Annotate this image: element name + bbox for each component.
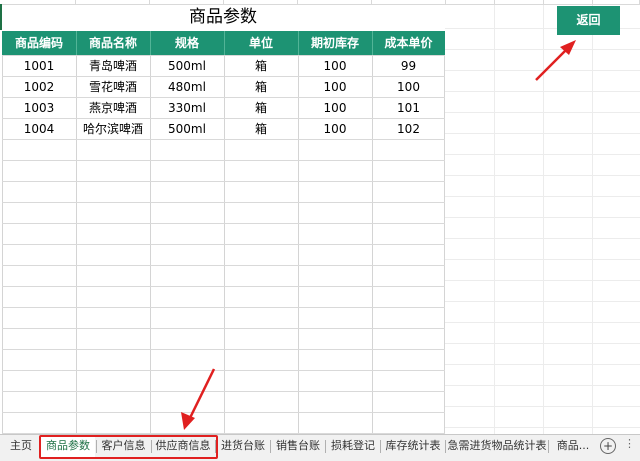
- grid-row-line: [2, 223, 445, 224]
- grid-row-line: [445, 196, 640, 197]
- tab-home[interactable]: 主页: [4, 435, 38, 457]
- grid-row-line: [445, 280, 640, 281]
- cell-name[interactable]: 哈尔滨啤酒: [76, 119, 150, 140]
- tab-loss-register[interactable]: 损耗登记: [327, 435, 379, 457]
- plus-circle-icon[interactable]: +: [600, 438, 616, 454]
- cell-code[interactable]: 1003: [2, 98, 76, 119]
- cell-stock[interactable]: 100: [298, 77, 372, 98]
- grid-row-line: [445, 49, 640, 50]
- cell-stock[interactable]: 100: [298, 119, 372, 140]
- grid-row-line: [445, 364, 640, 365]
- grid-row-line: [445, 154, 640, 155]
- cell-unit[interactable]: 箱: [224, 56, 298, 77]
- tab-purchase-ledger[interactable]: 进货台账: [217, 435, 269, 457]
- grid-row-line: [2, 286, 445, 287]
- tab-sales-ledger[interactable]: 销售台账: [272, 435, 324, 457]
- header-opening-stock[interactable]: 期初库存: [298, 31, 372, 55]
- cell-spec[interactable]: 480ml: [150, 77, 224, 98]
- grid-row-line: [445, 385, 640, 386]
- cell-stock[interactable]: 100: [298, 98, 372, 119]
- cell-spec[interactable]: 500ml: [150, 119, 224, 140]
- grid-row-line: [445, 427, 640, 428]
- cell-name[interactable]: 雪花啤酒: [76, 77, 150, 98]
- cell-code[interactable]: 1004: [2, 119, 76, 140]
- cell-spec[interactable]: 500ml: [150, 56, 224, 77]
- cell-name[interactable]: 青岛啤酒: [76, 56, 150, 77]
- header-product-code[interactable]: 商品编码: [2, 31, 76, 55]
- grid-row-line: [2, 244, 445, 245]
- cell-cost[interactable]: 102: [372, 119, 445, 140]
- header-spec[interactable]: 规格: [150, 31, 224, 55]
- grid-row-line: [445, 70, 640, 71]
- spreadsheet-area: 商品参数 商品编码 商品名称 规格 单位 期初库存 成本单价 1001 青岛啤酒…: [0, 0, 640, 434]
- cell-name[interactable]: 燕京啤酒: [76, 98, 150, 119]
- cell-code[interactable]: 1001: [2, 56, 76, 77]
- cell-unit[interactable]: 箱: [224, 77, 298, 98]
- grid-row-line: [445, 217, 640, 218]
- header-unit[interactable]: 单位: [224, 31, 298, 55]
- grid-row-line: [445, 175, 640, 176]
- grid-row-line: [2, 412, 445, 413]
- cell-unit[interactable]: 箱: [224, 119, 298, 140]
- table-header-row: 商品编码 商品名称 规格 单位 期初库存 成本单价: [2, 31, 445, 55]
- grid-row-line: [2, 370, 445, 371]
- cell-cost[interactable]: 101: [372, 98, 445, 119]
- grid-row-line: [2, 307, 445, 308]
- annotation-highlight-box: [39, 435, 218, 459]
- cell-cost[interactable]: 99: [372, 56, 445, 77]
- grid-row-line: [445, 406, 640, 407]
- sheet-tab-bar: 主页 商品参数 客户信息 供应商信息 进货台账 销售台账 损耗登记 库存统计表 …: [0, 434, 640, 461]
- grid-row-line: [445, 322, 640, 323]
- cell-code[interactable]: 1002: [2, 77, 76, 98]
- grid-row-line: [445, 343, 640, 344]
- grid-col-line: [494, 4, 495, 434]
- more-dots-icon[interactable]: ⋮: [624, 437, 635, 450]
- grid-row-line: [2, 265, 445, 266]
- grid-row-line: [2, 202, 445, 203]
- grid-col-line: [592, 4, 593, 434]
- grid-row-line: [2, 349, 445, 350]
- grid-row-line: [445, 259, 640, 260]
- header-unit-cost[interactable]: 成本单价: [372, 31, 445, 55]
- header-product-name[interactable]: 商品名称: [76, 31, 150, 55]
- tab-inventory-stats[interactable]: 库存统计表: [382, 435, 444, 457]
- cell-spec[interactable]: 330ml: [150, 98, 224, 119]
- cell-cost[interactable]: 100: [372, 77, 445, 98]
- grid-row-line: [2, 181, 445, 182]
- grid-row-line: [2, 328, 445, 329]
- cell-stock[interactable]: 100: [298, 56, 372, 77]
- grid-row-line: [2, 160, 445, 161]
- annotation-arrow-return: [535, 40, 576, 81]
- tab-urgent-restock-stats[interactable]: 急需进货物品统计表: [447, 435, 547, 457]
- grid-row-line: [445, 112, 640, 113]
- cell-unit[interactable]: 箱: [224, 98, 298, 119]
- sheet-title: 商品参数: [189, 7, 257, 27]
- return-button[interactable]: 返回: [557, 6, 620, 35]
- tab-product-more[interactable]: 商品...: [550, 435, 596, 457]
- product-table: 商品编码 商品名称 规格 单位 期初库存 成本单价 1001 青岛啤酒 500m…: [2, 31, 445, 434]
- grid-row-line: [445, 238, 640, 239]
- grid-row-line: [2, 391, 445, 392]
- grid-row-line: [445, 301, 640, 302]
- grid-col-line: [543, 4, 544, 434]
- grid-row-line: [445, 91, 640, 92]
- grid-row-line: [445, 133, 640, 134]
